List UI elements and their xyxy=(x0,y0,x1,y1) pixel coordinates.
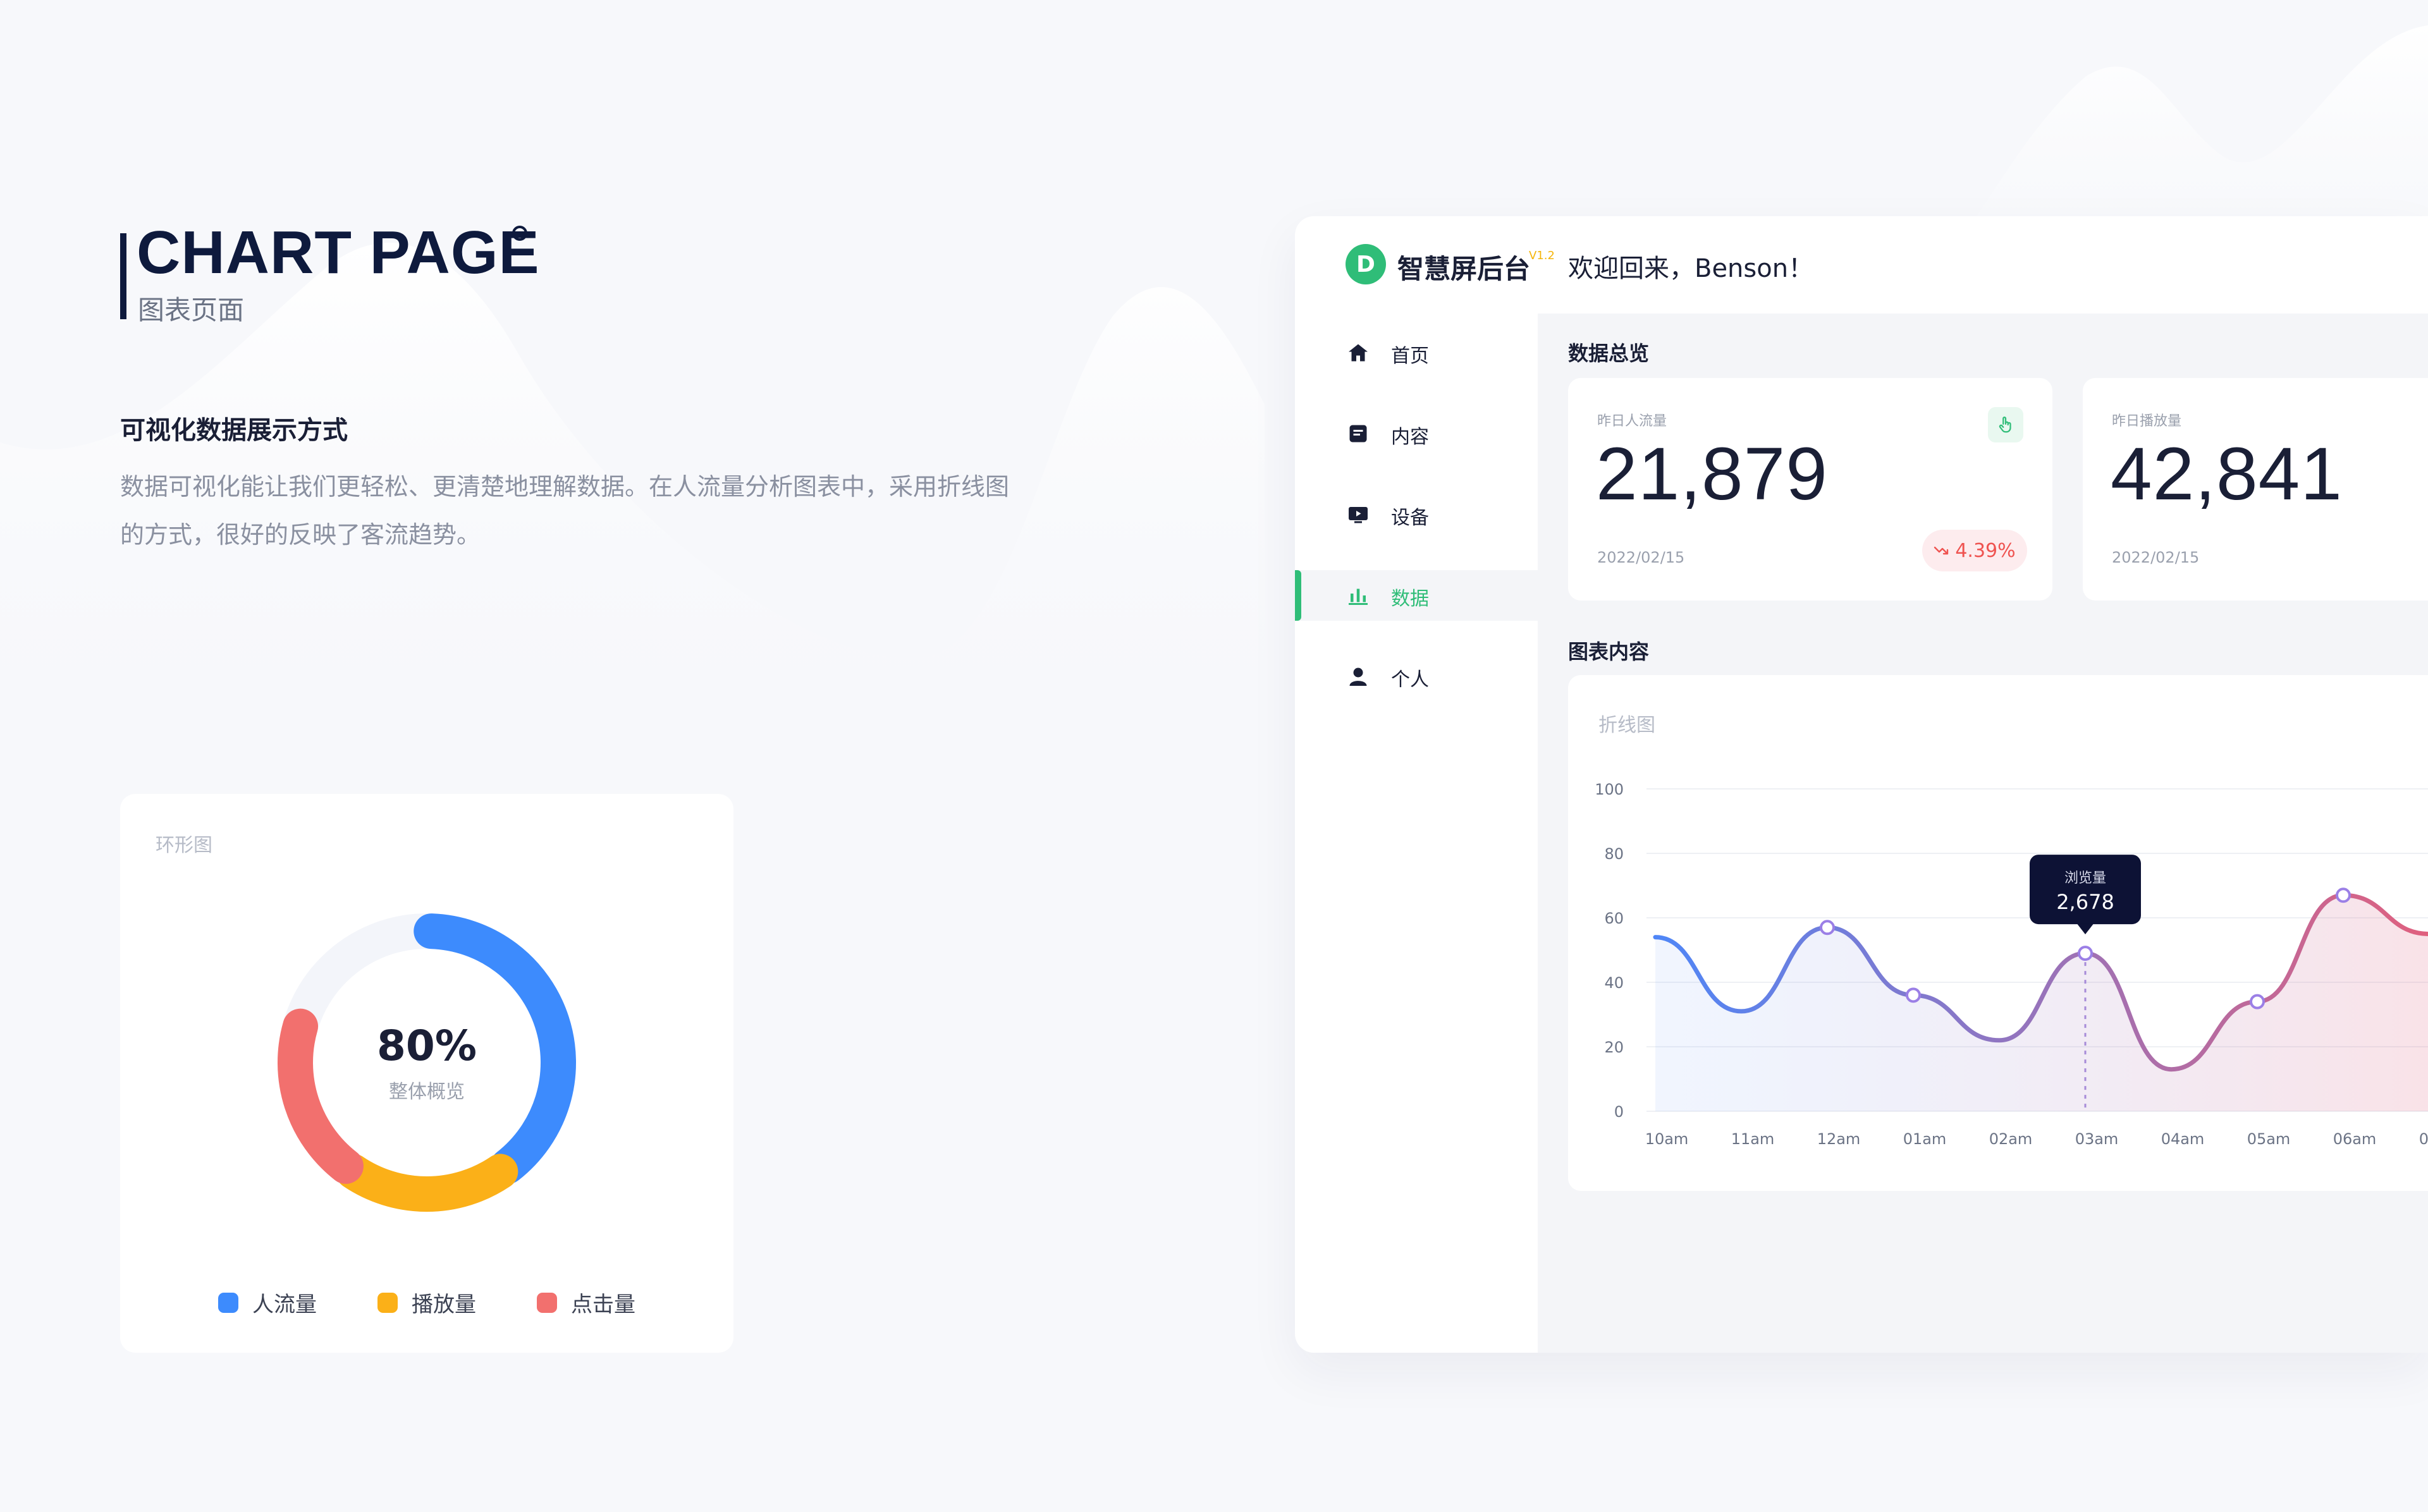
page-subtitle: 图表页面 xyxy=(138,295,245,326)
x-tick-label: 07am xyxy=(2419,1130,2428,1148)
legend-label: 点击量 xyxy=(571,1292,635,1317)
app-name: 智慧屏后台 xyxy=(1397,253,1531,284)
donut-center-value: 80% xyxy=(377,1021,477,1070)
x-tick-label: 11am xyxy=(1731,1130,1775,1148)
data-point xyxy=(2078,946,2093,961)
intro-text: 数据可视化能让我们更轻松、更清楚地理解数据。在人流量分析图表中，采用折线图的方式… xyxy=(120,473,1010,549)
stat-label: 昨日播放量 xyxy=(2112,413,2182,429)
legend-swatch xyxy=(218,1292,238,1313)
chart-section-title: 图表内容 xyxy=(1568,640,1650,664)
legend-label: 播放量 xyxy=(412,1292,476,1317)
data-point xyxy=(2250,994,2265,1009)
stat-action-button[interactable] xyxy=(1988,407,2023,442)
sidebar-item-profile[interactable]: 个人 xyxy=(1295,651,1538,702)
x-tick-label: 06am xyxy=(2333,1130,2377,1148)
stat-value: 21,879 xyxy=(1596,432,1828,516)
stat-date: 2022/02/15 xyxy=(2112,549,2200,566)
donut-center-label: 整体概览 xyxy=(389,1081,465,1103)
welcome-message: 欢迎回来，Benson！ xyxy=(1568,254,1814,283)
home-icon xyxy=(1349,344,1368,362)
document-icon xyxy=(1349,425,1367,442)
sidebar-item-label: 个人 xyxy=(1391,669,1429,691)
line-chart-card: 折线图 0 20 40 60 80 100 10am 11am 12am 01am 02am 03am… xyxy=(1568,675,2428,1191)
app-logo-icon[interactable]: D xyxy=(1346,244,1386,284)
app-header: D 智慧屏后台 V1.2 欢迎回来，Benson！ xyxy=(1295,216,2428,314)
y-tick-label: 0 xyxy=(1614,1103,1624,1121)
active-indicator xyxy=(1295,570,1301,621)
sidebar-item-label: 设备 xyxy=(1391,507,1429,529)
y-tick-label: 100 xyxy=(1595,781,1624,798)
trend-badge: 4.39% xyxy=(1922,530,2027,571)
stat-value: 42,841 xyxy=(2111,432,2343,516)
title-degree-icon xyxy=(512,226,527,241)
y-tick-label: 40 xyxy=(1604,974,1624,992)
stat-date: 2022/02/15 xyxy=(1597,549,1685,566)
legend-item-plays[interactable]: 播放量 xyxy=(377,1287,476,1318)
sidebar-item-data[interactable]: 数据 xyxy=(1295,570,1538,621)
x-tick-label: 04am xyxy=(2161,1130,2205,1148)
sidebar-item-label: 内容 xyxy=(1391,426,1429,448)
x-tick-label: 03am xyxy=(2075,1130,2119,1148)
sidebar: 首页 内容 设备 数据 个人 xyxy=(1295,314,1538,1353)
x-tick-label: 02am xyxy=(1989,1130,2033,1148)
sidebar-item-content[interactable]: 内容 xyxy=(1295,408,1538,459)
line-chart: 0 20 40 60 80 100 10am 11am 12am 01am 02am 03am 04am… xyxy=(1595,781,2428,1148)
legend-swatch xyxy=(537,1292,557,1313)
stat-card-plays: 昨日播放量 42,841 2022/02/15 xyxy=(2083,378,2428,601)
donut-legend: 人流量 播放量 点击量 xyxy=(120,1287,733,1318)
donut-chart-card: 环形图 80% 整体概览 人流量 播放量 点击量 xyxy=(120,794,733,1353)
x-tick-label: 12am xyxy=(1817,1130,1861,1148)
data-point xyxy=(1820,920,1835,936)
y-tick-label: 80 xyxy=(1604,845,1624,863)
y-tick-label: 20 xyxy=(1604,1039,1624,1056)
overview-section-title: 数据总览 xyxy=(1568,341,1650,365)
legend-swatch xyxy=(377,1292,398,1313)
trend-down-icon xyxy=(1934,546,1949,555)
sidebar-item-home[interactable]: 首页 xyxy=(1295,327,1538,378)
legend-item-clicks[interactable]: 点击量 xyxy=(537,1287,635,1318)
user-icon xyxy=(1349,668,1367,686)
legend-label: 人流量 xyxy=(252,1292,317,1317)
tooltip-arrow xyxy=(2076,923,2094,935)
page-title: CHART PAGE xyxy=(137,219,540,286)
x-tick-label: 01am xyxy=(1903,1130,1947,1148)
tooltip-label: 浏览量 xyxy=(2064,870,2106,886)
sidebar-item-devices[interactable]: 设备 xyxy=(1295,489,1538,540)
tooltip-value: 2,678 xyxy=(2056,890,2114,914)
bar-chart-icon xyxy=(1349,588,1368,605)
screen-play-icon xyxy=(1349,507,1368,523)
x-tick-label: 05am xyxy=(2247,1130,2291,1148)
area-fill xyxy=(1655,895,2428,1111)
data-point xyxy=(1906,987,1921,1003)
app-window: D 智慧屏后台 V1.2 欢迎回来，Benson！ 首页 内容 设备 数据 个人… xyxy=(1295,216,2428,1353)
hero-accent-bar xyxy=(120,233,126,319)
x-tick-label: 10am xyxy=(1645,1130,1689,1148)
donut-segment-2 xyxy=(335,1154,518,1212)
stat-card-visitors: 昨日人流量 21,879 2022/02/15 4.39% xyxy=(1568,378,2052,601)
data-point xyxy=(2336,887,2351,903)
y-tick-label: 60 xyxy=(1604,910,1624,927)
trend-value: 4.39% xyxy=(1955,539,2016,562)
legend-item-visitors[interactable]: 人流量 xyxy=(218,1287,317,1318)
intro-title: 可视化数据展示方式 xyxy=(120,416,348,445)
sidebar-item-label: 首页 xyxy=(1391,345,1429,367)
intro-block: 可视化数据展示方式 数据可视化能让我们更轻松、更清楚地理解数据。在人流量分析图表… xyxy=(120,410,1031,559)
stat-label: 昨日人流量 xyxy=(1597,413,1667,429)
hand-pointer-icon xyxy=(1999,417,2011,433)
version-badge: V1.2 xyxy=(1529,249,1555,262)
sidebar-item-label: 数据 xyxy=(1391,588,1429,610)
donut-card-caption: 环形图 xyxy=(156,834,212,857)
